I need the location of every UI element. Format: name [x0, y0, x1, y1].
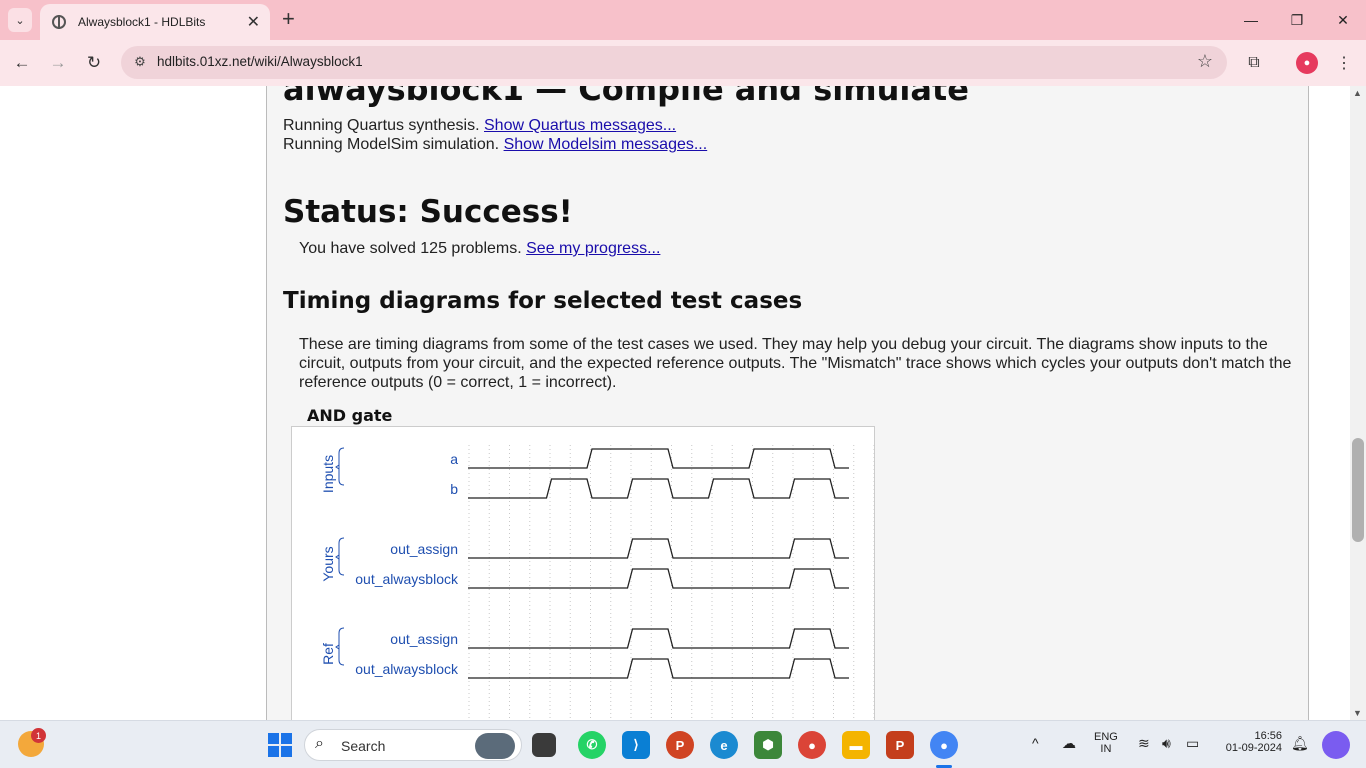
- reload-button[interactable]: ↻: [81, 50, 107, 76]
- address-bar[interactable]: ⚙ hdlbits.01xz.net/wiki/Alwaysblock1 ☆: [121, 46, 1227, 79]
- widgets-badge: 1: [31, 728, 46, 743]
- start-button[interactable]: [266, 731, 294, 759]
- vertical-scrollbar[interactable]: ▲ ▼: [1350, 86, 1366, 720]
- signal-trace: [468, 478, 849, 499]
- search-placeholder: Search: [341, 738, 386, 754]
- timing-diagram: Inputs a b Yours out_assign out_alwaysblock Re…: [291, 426, 875, 720]
- signal-label: b: [450, 481, 458, 497]
- status-heading: Status: Success!: [283, 194, 573, 230]
- signal-trace: [468, 448, 849, 469]
- group-bracket: [338, 627, 345, 666]
- url-text[interactable]: hdlbits.01xz.net/wiki/Alwaysblock1: [157, 54, 363, 69]
- group-bracket: [338, 447, 345, 486]
- signal-label: a: [450, 451, 458, 467]
- progress-link[interactable]: See my progress...: [526, 240, 660, 257]
- battery-icon[interactable]: ▭: [1186, 735, 1199, 752]
- vscode-icon[interactable]: ⟩: [622, 731, 650, 759]
- group-label: Ref: [320, 643, 336, 665]
- quartus-line: Running Quartus synthesis. Show Quartus …: [283, 117, 676, 135]
- powerpoint-2-icon[interactable]: P: [886, 731, 914, 759]
- signal-label: out_alwaysblock: [355, 661, 459, 677]
- clock[interactable]: 16:56 01-09-2024: [1222, 730, 1282, 754]
- nodejs-icon[interactable]: ⬢: [754, 731, 782, 759]
- signal-label: out_assign: [390, 631, 458, 647]
- window-close-button[interactable]: ✕: [1320, 0, 1366, 40]
- scroll-thumb[interactable]: [1352, 438, 1364, 542]
- signal-trace: [468, 538, 849, 559]
- file-explorer-icon[interactable]: ▬: [842, 731, 870, 759]
- clock-time: 16:56: [1254, 730, 1282, 742]
- hdlbits-favicon-icon: [52, 15, 66, 29]
- new-tab-button[interactable]: +: [282, 8, 295, 30]
- toolbar: ← → ↻ ⚙ hdlbits.01xz.net/wiki/Alwaysbloc…: [0, 40, 1366, 86]
- back-button[interactable]: ←: [9, 50, 35, 76]
- chrome-icon[interactable]: ●: [798, 731, 826, 759]
- site-info-icon[interactable]: ⚙: [130, 52, 150, 72]
- signal-trace: [468, 628, 849, 649]
- waveform-svg: Inputs ab Yours out_assign out_alwaysblock Re…: [320, 445, 875, 720]
- edge-icon[interactable]: e: [710, 731, 738, 759]
- language-indicator[interactable]: ENG IN: [1094, 731, 1118, 755]
- quartus-text: Running Quartus synthesis.: [283, 117, 480, 134]
- onedrive-icon[interactable]: ☁: [1062, 735, 1076, 752]
- show-hidden-icons-icon[interactable]: ^: [1032, 735, 1039, 751]
- extensions-icon[interactable]: ⧉: [1241, 50, 1267, 76]
- modelsim-text: Running ModelSim simulation.: [283, 136, 500, 153]
- group-bracket: [338, 537, 345, 576]
- whatsapp-icon[interactable]: ✆: [578, 731, 606, 759]
- avatar: ●: [1296, 52, 1318, 74]
- page-viewport: alwaysblock1 — Compile and simulate Runn…: [0, 86, 1350, 720]
- menu-kebab-icon[interactable]: ⋮: [1331, 50, 1357, 76]
- scroll-down-icon[interactable]: ▼: [1353, 708, 1362, 718]
- gorilla-highlight-icon: [475, 733, 515, 759]
- powerpoint-icon[interactable]: P: [666, 731, 694, 759]
- forward-button[interactable]: →: [45, 50, 71, 76]
- notification-bell-icon[interactable]: 🔔︎: [1291, 735, 1309, 752]
- signal-trace: [468, 568, 849, 589]
- content-panel: alwaysblock1 — Compile and simulate Runn…: [266, 86, 1309, 720]
- chrome-profile-icon[interactable]: ●: [930, 731, 958, 759]
- group-label: Inputs: [320, 455, 336, 493]
- task-view-icon[interactable]: [532, 733, 556, 757]
- restore-button[interactable]: ❐: [1274, 0, 1320, 40]
- test-case-title: AND gate: [307, 406, 393, 425]
- windows-taskbar: 1 ⌕ Search ✆ ⟩ P e ⬢ ● ▬ P ● ^ ☁ ENG IN …: [0, 720, 1366, 768]
- minimize-button[interactable]: —: [1228, 0, 1274, 40]
- volume-icon[interactable]: 🔊︎: [1162, 735, 1171, 752]
- timing-description: These are timing diagrams from some of t…: [299, 336, 1292, 391]
- lang-line2: IN: [1100, 743, 1112, 755]
- timing-heading: Timing diagrams for selected test cases: [283, 288, 803, 314]
- page-title: alwaysblock1 — Compile and simulate: [283, 86, 969, 108]
- scroll-up-icon[interactable]: ▲: [1353, 88, 1362, 98]
- tab-active[interactable]: Alwaysblock1 - HDLBits ✕: [40, 4, 270, 40]
- solved-line: You have solved 125 problems. See my pro…: [299, 240, 660, 258]
- search-icon: ⌕: [315, 735, 324, 752]
- signal-label: out_assign: [390, 541, 458, 557]
- wifi-icon[interactable]: ≋: [1138, 735, 1150, 752]
- bookmark-star-icon[interactable]: ☆: [1197, 51, 1213, 72]
- tab-title: Alwaysblock1 - HDLBits: [78, 15, 206, 29]
- signal-label: out_alwaysblock: [355, 571, 459, 587]
- lang-line1: ENG: [1094, 731, 1118, 743]
- windows-logo-icon: [268, 733, 292, 757]
- modelsim-line: Running ModelSim simulation. Show Models…: [283, 136, 707, 154]
- tab-search-button[interactable]: ⌄: [8, 8, 32, 32]
- modelsim-messages-link[interactable]: Show Modelsim messages...: [504, 136, 708, 153]
- copilot-icon[interactable]: [1322, 731, 1350, 759]
- clock-date: 01-09-2024: [1225, 742, 1282, 754]
- taskbar-search[interactable]: ⌕ Search: [304, 729, 522, 761]
- tab-close-icon[interactable]: ✕: [247, 12, 260, 32]
- profile-button[interactable]: ●: [1294, 50, 1320, 76]
- solved-text: You have solved 125 problems.: [299, 240, 522, 257]
- tab-strip: ⌄ Alwaysblock1 - HDLBits ✕ + — ❐ ✕: [0, 0, 1366, 40]
- group-label: Yours: [320, 546, 336, 581]
- quartus-messages-link[interactable]: Show Quartus messages...: [484, 117, 676, 134]
- signal-trace: [468, 658, 849, 679]
